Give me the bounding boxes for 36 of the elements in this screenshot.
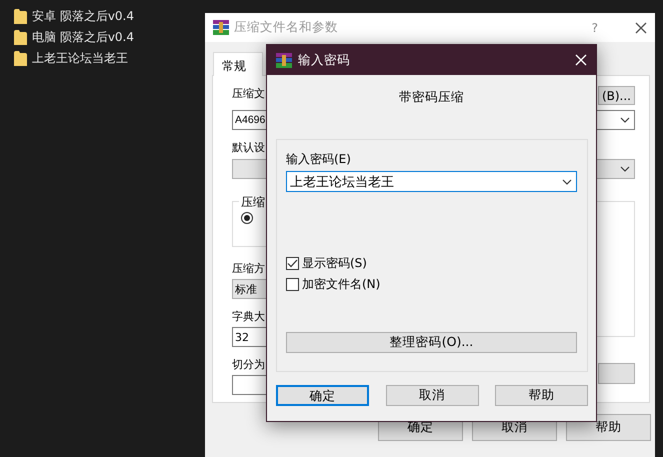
help-button[interactable]: ? <box>592 20 598 34</box>
field-label: 压缩文 <box>232 86 265 101</box>
dialog-button[interactable]: 确定 <box>276 385 369 406</box>
field-label: 默认设 <box>232 140 265 155</box>
chevron-down-icon[interactable] <box>562 178 572 184</box>
checkbox-label[interactable]: 显示密码(S) <box>302 255 367 272</box>
file-name[interactable]: 电脑 陨落之后v0.4 <box>32 28 134 46</box>
button[interactable] <box>598 363 635 384</box>
field-label: 切分为 <box>232 357 265 372</box>
field-label: 字典大 <box>232 309 265 324</box>
stacked-books-icon <box>213 20 229 35</box>
folder-icon <box>14 8 27 24</box>
dialog-button[interactable]: 取消 <box>386 385 478 406</box>
folder-icon <box>14 30 27 44</box>
stacked-books-icon <box>276 52 292 68</box>
close-icon[interactable] <box>635 22 647 34</box>
checkbox[interactable] <box>286 278 299 290</box>
password-combo[interactable]: 上老王论坛当老王 <box>286 171 577 192</box>
radio-button[interactable] <box>241 212 253 224</box>
file-name[interactable]: 安卓 陨落之后v0.4 <box>32 8 134 24</box>
chevron-down-icon[interactable] <box>620 117 630 123</box>
window-title: 输入密码 <box>298 52 351 68</box>
field-label: 输入密码(E) <box>286 151 351 168</box>
checkbox-label[interactable]: 加密文件名(N) <box>302 276 380 293</box>
field-label: 压缩方 <box>232 261 265 276</box>
folder-icon <box>14 50 27 66</box>
manage-passwords-button[interactable]: 整理密码(O)... <box>286 332 577 353</box>
file-name[interactable]: 上老王论坛当老王 <box>32 50 128 66</box>
chevron-down-icon[interactable] <box>620 166 630 172</box>
dialog-button[interactable]: 帮助 <box>495 385 588 406</box>
tab[interactable]: 常规 <box>213 52 263 76</box>
dialog-heading: 带密码压缩 <box>398 89 465 106</box>
window-title: 压缩文件名和参数 <box>234 19 339 36</box>
browse-button[interactable]: (B)... <box>598 86 635 105</box>
check-icon <box>287 258 298 268</box>
checkbox[interactable] <box>286 256 299 270</box>
